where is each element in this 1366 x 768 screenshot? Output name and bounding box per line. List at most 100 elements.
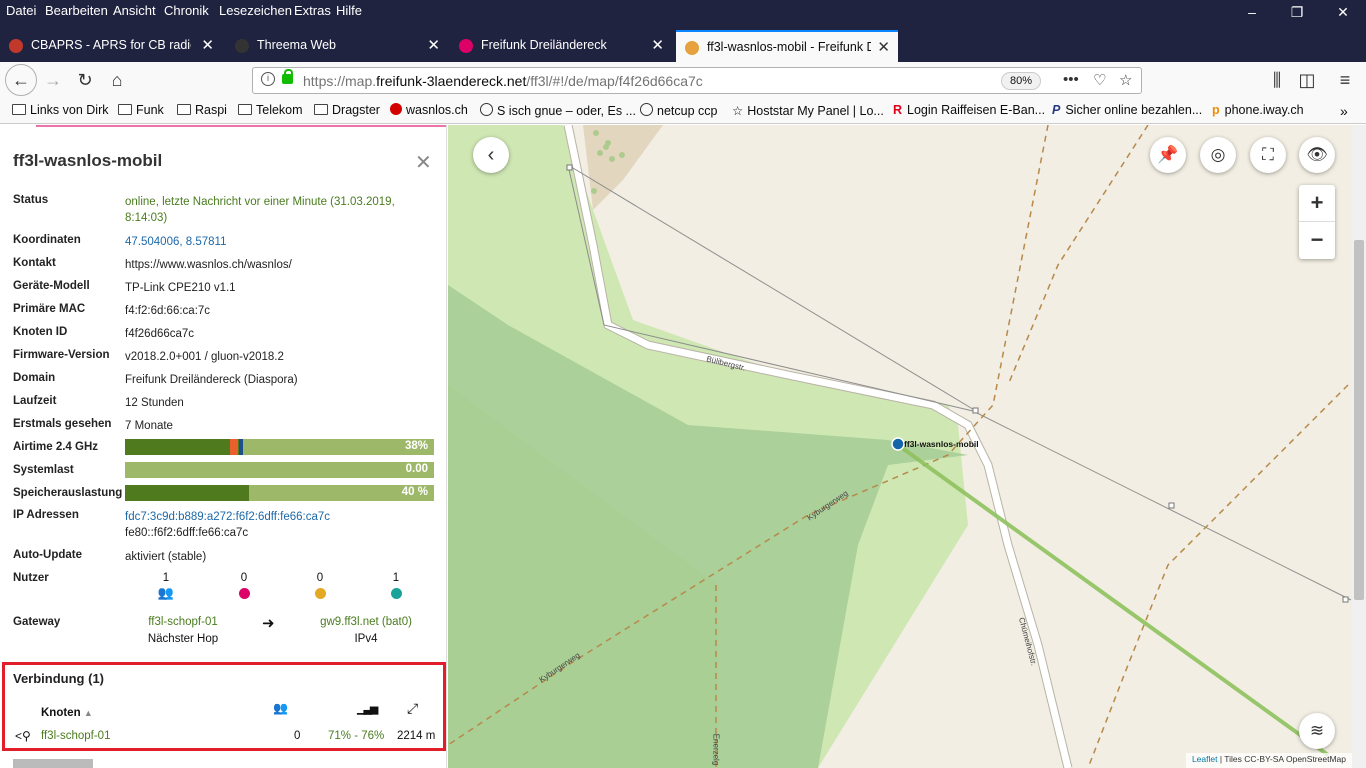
- locate-icon[interactable]: ◎: [1200, 137, 1236, 173]
- share-pin-icon[interactable]: <⚲: [15, 729, 31, 743]
- close-tab-icon[interactable]: ✕: [201, 36, 214, 54]
- bookmark-raspi[interactable]: Raspi: [177, 103, 227, 117]
- speicher-bar: 40 %: [125, 485, 434, 501]
- sort-knoten-header[interactable]: Knoten ▲: [41, 707, 93, 719]
- layers-icon[interactable]: ≋: [1299, 713, 1335, 749]
- tab-threema[interactable]: Threema Web ✕: [226, 30, 448, 62]
- threema-favicon-icon: [235, 39, 249, 53]
- ip-global-link[interactable]: fdc7:3c9d:b889:a272:f6f2:6dff:fe66:ca7c: [125, 511, 330, 523]
- menu-ansicht[interactable]: Ansicht: [113, 3, 156, 18]
- close-tab-icon[interactable]: ✕: [877, 38, 890, 56]
- users-wifi24-count: 0: [240, 572, 248, 584]
- status-label: Status: [13, 194, 49, 206]
- menu-datei[interactable]: Datei: [6, 3, 36, 18]
- pocket-icon[interactable]: ♡: [1093, 71, 1106, 89]
- globe-icon: [480, 103, 493, 116]
- bookmark-s-isch-gnue[interactable]: S isch gnue – oder, Es ...: [480, 103, 636, 118]
- eye-icon[interactable]: 👁: [1299, 137, 1335, 173]
- close-tab-icon[interactable]: ✕: [427, 36, 440, 54]
- users-total-count: 1: [162, 572, 170, 584]
- status-value: online, letzte Nachricht vor einer Minut…: [125, 196, 395, 224]
- back-arrow-icon[interactable]: ←: [5, 64, 37, 96]
- knoten-id-value: f4f26d66ca7c: [125, 328, 195, 340]
- clients-column-icon[interactable]: 👥: [273, 701, 288, 715]
- menu-chronik[interactable]: Chronik: [164, 3, 209, 18]
- page-scrollbar[interactable]: [1352, 125, 1366, 768]
- forward-arrow-icon[interactable]: →: [38, 66, 68, 94]
- tab-freifunk[interactable]: Freifunk Dreiländereck ✕: [450, 30, 672, 62]
- next-hop-link[interactable]: ff3l-schopf-01: [148, 616, 217, 628]
- neighbor-link[interactable]: ff3l-schopf-01: [41, 730, 110, 742]
- bookmark-raiffeisen[interactable]: R Login Raiffeisen E-Ban...: [893, 103, 1045, 117]
- tab-title: ff3l-wasnlos-mobil - Freifunk D: [707, 40, 871, 54]
- bookmark-telekom[interactable]: Telekom: [238, 103, 303, 117]
- bookmark-hoststar[interactable]: ☆ Hoststar My Panel | Lo...: [732, 103, 884, 118]
- bookmarks-toolbar: Links von Dirk Funk Raspi Telekom Dragst…: [0, 98, 1366, 124]
- info-icon[interactable]: i: [261, 72, 275, 86]
- library-icon[interactable]: ⫼: [1262, 66, 1292, 94]
- url-text[interactable]: https://map.freifunk-3laendereck.net/ff3…: [303, 73, 703, 89]
- sidebar-toggle-icon[interactable]: ◫: [1292, 66, 1322, 94]
- close-panel-icon[interactable]: ✕: [415, 150, 432, 175]
- globe-icon: [640, 103, 653, 116]
- leaflet-link[interactable]: Leaflet: [1192, 754, 1218, 764]
- signal-column-icon[interactable]: ▁▃▅: [357, 702, 378, 715]
- close-tab-icon[interactable]: ✕: [651, 36, 664, 54]
- minimize-button[interactable]: –: [1240, 4, 1264, 20]
- zoom-level-badge[interactable]: 80%: [1001, 72, 1041, 90]
- node-marker-label[interactable]: ff3l-wasnlos-mobil: [904, 439, 979, 449]
- distance-column-icon[interactable]: ⤢: [407, 700, 418, 717]
- gateway-link[interactable]: gw9.ff3l.net (bat0): [320, 616, 412, 628]
- reload-icon[interactable]: ↻: [70, 66, 100, 94]
- header-accent-line: [36, 125, 446, 127]
- menu-bearbeiten[interactable]: Bearbeiten: [45, 3, 108, 18]
- row-nutzer: Nutzer 1 👥 0 0 1: [13, 572, 438, 612]
- airtime-label: Airtime 2.4 GHz: [13, 441, 98, 453]
- restore-button[interactable]: ❐: [1285, 4, 1309, 21]
- nutzer-label: Nutzer: [13, 572, 49, 584]
- auto-update-label: Auto-Update: [13, 549, 82, 561]
- url-bar[interactable]: i https://map.freifunk-3laendereck.net/f…: [252, 67, 1142, 94]
- wifi5-dot-icon: [314, 588, 326, 599]
- pin-icon[interactable]: 📌: [1150, 137, 1186, 173]
- scrollbar-thumb[interactable]: [1354, 240, 1364, 600]
- bookmark-links-von-dirk[interactable]: Links von Dirk: [12, 103, 109, 117]
- bookmarks-overflow-icon[interactable]: »: [1340, 103, 1348, 119]
- raiffeisen-icon: R: [893, 103, 903, 117]
- zoom-out-button[interactable]: −: [1299, 222, 1335, 259]
- paypal-icon: P: [1052, 103, 1061, 117]
- menu-hilfe[interactable]: Hilfe: [336, 3, 362, 18]
- home-icon[interactable]: ⌂: [102, 66, 132, 94]
- airtime-percent: 38%: [404, 440, 428, 452]
- bookmark-funk[interactable]: Funk: [118, 103, 164, 117]
- bookmark-star-icon[interactable]: ☆: [1119, 71, 1132, 89]
- primaere-mac-label: Primäre MAC: [13, 303, 86, 315]
- hamburger-menu-icon[interactable]: ≡: [1330, 66, 1360, 94]
- airtime-bar: 38%: [125, 439, 434, 455]
- collapse-sidebar-button[interactable]: ‹: [473, 137, 509, 173]
- ip-link-local: fe80::f6f2:6dff:fe66:ca7c: [125, 527, 249, 539]
- lock-icon[interactable]: [282, 69, 293, 84]
- table-row[interactable]: <⚲ ff3l-schopf-01 0 71% - 76% 2214 m: [5, 729, 443, 747]
- bookmark-paypal[interactable]: P Sicher online bezahlen...: [1052, 103, 1202, 117]
- zoom-in-button[interactable]: +: [1299, 185, 1335, 222]
- bookmark-wasnlos[interactable]: wasnlos.ch: [390, 103, 468, 117]
- gateway-label: Gateway: [13, 616, 61, 628]
- bookmark-iway[interactable]: p phone.iway.ch: [1212, 103, 1304, 117]
- bookmark-dragster[interactable]: Dragster: [314, 103, 380, 117]
- navigation-bar: ← → ↻ ⌂ i https://map.freifunk-3laendere…: [0, 62, 1366, 98]
- page-actions-icon[interactable]: •••: [1063, 71, 1079, 88]
- speicher-bar-fill: [125, 485, 249, 501]
- koordinaten-link[interactable]: 47.504006, 8.57811: [125, 234, 226, 250]
- firmware-value: v2018.2.0+001 / gluon-v2018.2: [125, 351, 284, 363]
- ff3l-favicon-icon: [685, 41, 699, 55]
- window-close-button[interactable]: ✕: [1331, 4, 1355, 21]
- menu-extras[interactable]: Extras: [294, 3, 331, 18]
- systemlast-bar: 0.00: [125, 462, 434, 478]
- map-view[interactable]: Bülibergstr. Kyburgerweg Kyburgerweg Chü…: [448, 125, 1352, 768]
- tab-ff3l-wasnlos-mobil[interactable]: ff3l-wasnlos-mobil - Freifunk D ✕: [676, 30, 898, 62]
- bookmark-netcup[interactable]: netcup ccp: [640, 103, 717, 118]
- menu-lesezeichen[interactable]: Lesezeichen: [219, 3, 292, 18]
- tab-cbaprs[interactable]: CBAPRS - APRS for CB radio ✕: [0, 30, 222, 62]
- fullscreen-icon[interactable]: ⛶: [1250, 137, 1286, 173]
